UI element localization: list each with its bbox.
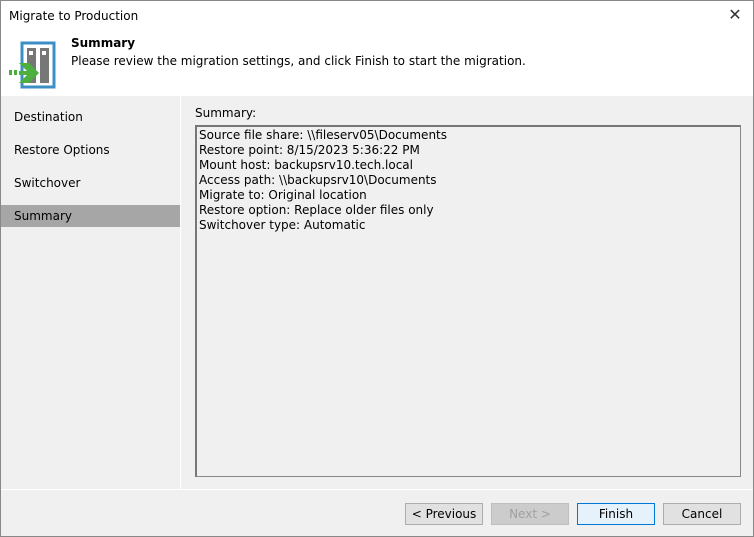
nav-item-switchover[interactable]: Switchover (1, 172, 180, 194)
migrate-dialog: Migrate to Production ✕ Summary Please r… (0, 0, 754, 537)
wizard-steps: Destination Restore Options Switchover S… (1, 96, 181, 489)
wizard-header: Summary Please review the migration sett… (1, 33, 753, 96)
previous-button[interactable]: < Previous (405, 503, 483, 525)
summary-line: Switchover type: Automatic (199, 218, 366, 232)
close-icon[interactable]: ✕ (725, 5, 745, 24)
summary-line: Access path: \\backupsrv10\Documents (199, 173, 437, 187)
summary-line: Migrate to: Original location (199, 188, 367, 202)
migrate-icon (9, 41, 56, 89)
summary-line: Restore point: 8/15/2023 5:36:22 PM (199, 143, 420, 157)
window-title: Migrate to Production (9, 9, 139, 23)
nav-item-restore-options[interactable]: Restore Options (1, 139, 180, 161)
summary-line: Mount host: backupsrv10.tech.local (199, 158, 413, 172)
summary-label: Summary: (195, 106, 257, 120)
title-bar: Migrate to Production ✕ (1, 1, 753, 33)
next-button[interactable]: Next > (491, 503, 569, 525)
summary-textbox[interactable]: Source file share: \\fileserv05\Document… (195, 125, 741, 477)
cancel-button[interactable]: Cancel (663, 503, 741, 525)
nav-item-summary[interactable]: Summary (1, 205, 180, 227)
summary-panel: Summary: Source file share: \\fileserv05… (182, 96, 753, 489)
finish-button[interactable]: Finish (577, 503, 655, 525)
nav-item-destination[interactable]: Destination (1, 106, 180, 128)
summary-line: Source file share: \\fileserv05\Document… (199, 128, 448, 142)
step-title: Summary (71, 36, 136, 50)
summary-line: Restore option: Replace older files only (199, 203, 434, 217)
button-bar: < Previous Next > Finish Cancel (1, 489, 753, 536)
step-description: Please review the migration settings, an… (71, 54, 526, 68)
